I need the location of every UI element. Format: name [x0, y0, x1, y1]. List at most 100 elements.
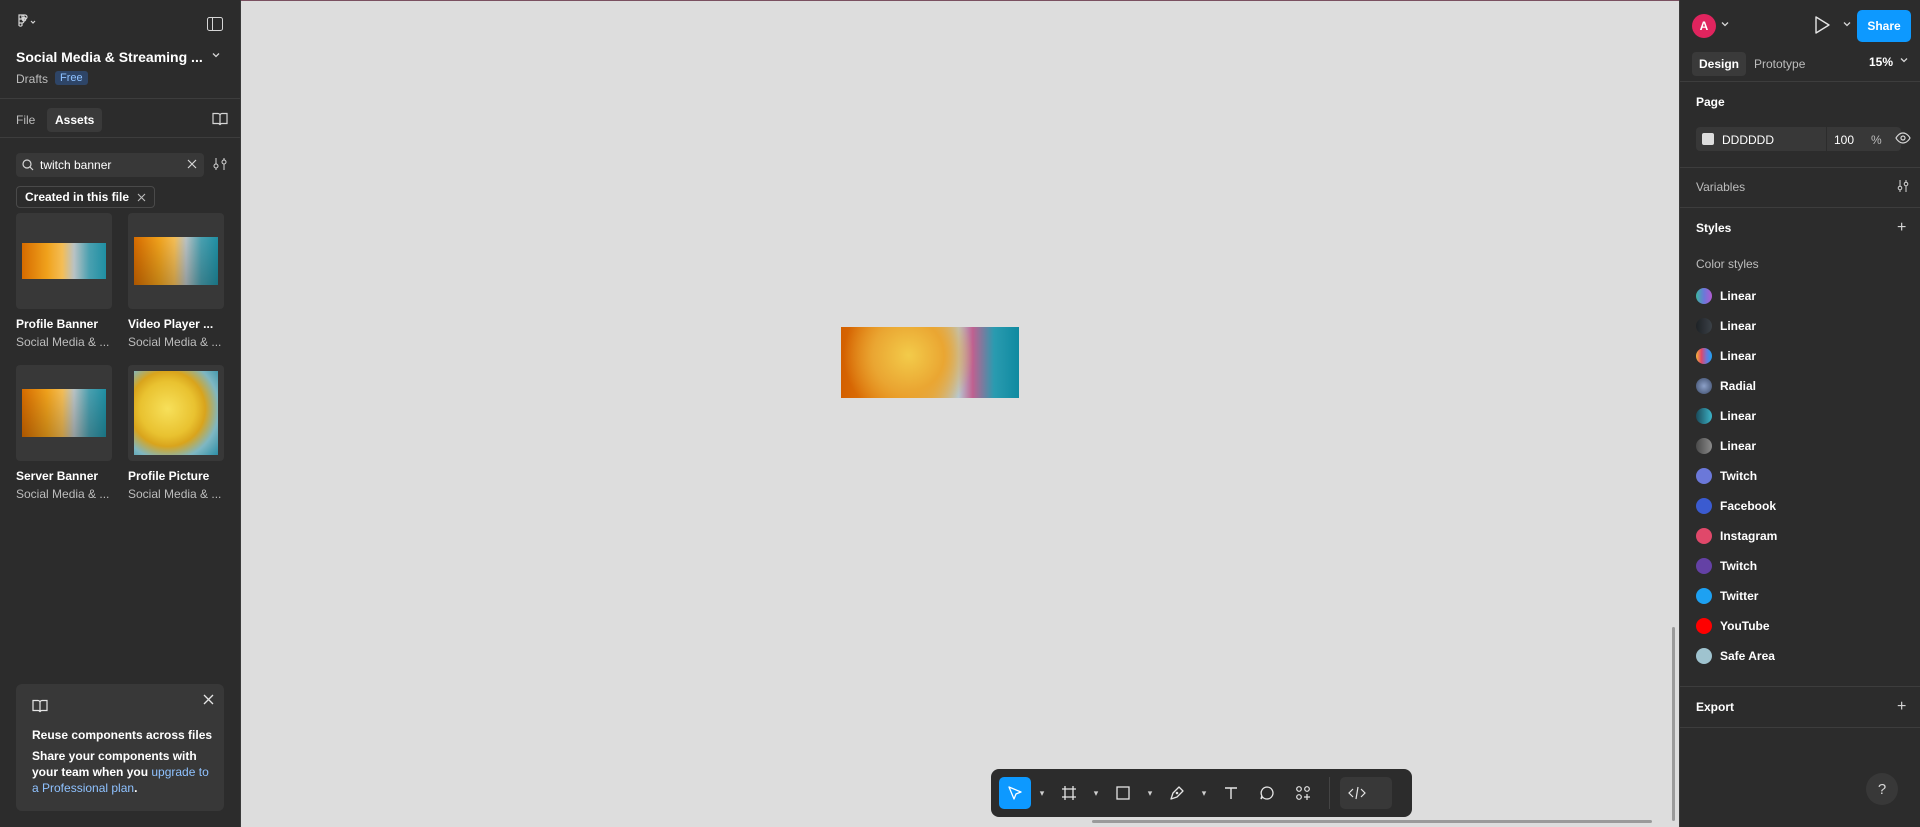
color-style-item[interactable]: Twitch [1696, 556, 1757, 576]
color-swatch [1696, 318, 1712, 334]
left-panel: Social Media & Streaming ... Drafts Free… [0, 0, 241, 827]
comment-icon [1260, 786, 1274, 800]
color-swatch [1696, 588, 1712, 604]
filter-sliders-icon[interactable] [212, 157, 228, 171]
comment-tool[interactable] [1251, 777, 1283, 809]
color-style-item[interactable]: Radial [1696, 376, 1756, 396]
divider [0, 98, 240, 99]
color-style-item[interactable]: Twitter [1696, 586, 1758, 606]
pen-tool[interactable] [1161, 777, 1193, 809]
color-style-item[interactable]: Linear [1696, 406, 1756, 426]
pen-icon [1170, 786, 1184, 800]
chevron-down-icon[interactable]: ▾ [1089, 788, 1103, 799]
chevron-down-icon[interactable] [1899, 55, 1909, 65]
canvas[interactable]: ▾ ▾ ▾ ▾ [241, 0, 1679, 827]
cursor-icon [1008, 786, 1022, 800]
color-style-item[interactable]: Facebook [1696, 496, 1776, 516]
asset-card[interactable]: Video Player ... Social Media & ... [128, 213, 224, 349]
twitch-banner-frame[interactable] [841, 327, 1019, 398]
page-opacity[interactable]: 100 [1834, 133, 1854, 147]
color-style-name: Facebook [1720, 499, 1777, 513]
asset-card[interactable]: Server Banner Social Media & ... [16, 365, 112, 501]
horizontal-scrollbar[interactable] [1092, 820, 1652, 823]
close-icon[interactable] [137, 193, 146, 202]
asset-source: Social Media & ... [16, 335, 110, 349]
color-style-item[interactable]: Linear [1696, 436, 1756, 456]
chevron-down-icon[interactable]: ▾ [1035, 788, 1049, 799]
color-style-name: Twitter [1720, 589, 1759, 603]
zoom-level[interactable]: 15% [1869, 55, 1893, 69]
color-swatch [1696, 498, 1712, 514]
color-style-name: Twitch [1720, 559, 1758, 573]
bottom-toolbar: ▾ ▾ ▾ ▾ [991, 769, 1412, 817]
color-style-item[interactable]: Linear [1696, 316, 1756, 336]
tab-prototype[interactable]: Prototype [1754, 57, 1805, 71]
color-style-item[interactable]: Instagram [1696, 526, 1777, 546]
tab-file[interactable]: File [16, 113, 35, 127]
filter-chip[interactable]: Created in this file [16, 186, 156, 208]
text-tool[interactable] [1215, 777, 1247, 809]
main-menu-button[interactable] [16, 14, 38, 30]
asset-thumbnail [16, 213, 112, 309]
color-swatch [1696, 408, 1712, 424]
variables-settings-icon[interactable] [1896, 179, 1910, 193]
file-title[interactable]: Social Media & Streaming ... [16, 49, 203, 65]
sidebar-toggle-icon[interactable] [206, 15, 224, 33]
color-style-name: Linear [1720, 319, 1757, 333]
color-style-item[interactable]: YouTube [1696, 616, 1770, 636]
rectangle-tool[interactable] [1107, 777, 1139, 809]
divider [1680, 81, 1920, 82]
vertical-scrollbar[interactable] [1672, 627, 1675, 821]
search-icon [22, 159, 34, 171]
frame-tool[interactable] [1053, 777, 1085, 809]
eye-icon[interactable] [1895, 132, 1911, 144]
book-icon[interactable] [212, 112, 228, 126]
page-section-title: Page [1696, 95, 1725, 109]
clear-search-icon[interactable] [186, 158, 198, 170]
chevron-down-icon[interactable]: ▾ [1197, 788, 1211, 799]
color-style-item[interactable]: Twitch [1696, 466, 1757, 486]
file-location[interactable]: Drafts [16, 72, 48, 86]
avatar[interactable]: A [1692, 14, 1716, 38]
search-field[interactable] [16, 153, 204, 177]
chevron-down-icon[interactable] [1842, 19, 1852, 29]
play-icon[interactable] [1813, 15, 1831, 35]
divider [1680, 727, 1920, 728]
add-style-icon[interactable]: + [1897, 220, 1906, 236]
figma-logo-icon [18, 14, 36, 27]
asset-card[interactable]: Profile Banner Social Media & ... [16, 213, 112, 349]
color-style-item[interactable]: Safe Area [1696, 646, 1775, 666]
close-icon[interactable] [203, 694, 214, 705]
help-button[interactable]: ? [1866, 773, 1898, 805]
color-swatch[interactable] [1702, 133, 1714, 145]
color-style-item[interactable]: Linear [1696, 346, 1756, 366]
book-icon [32, 699, 48, 713]
share-button[interactable]: Share [1857, 10, 1911, 42]
color-style-name: Safe Area [1720, 649, 1775, 663]
color-swatch [1696, 618, 1712, 634]
dev-mode-toggle[interactable] [1340, 777, 1392, 809]
color-style-item[interactable]: Linear [1696, 286, 1756, 306]
move-tool[interactable] [999, 777, 1031, 809]
upgrade-body: Share your components with your team whe… [32, 748, 212, 796]
search-input[interactable] [40, 158, 180, 172]
asset-source: Social Media & ... [128, 487, 222, 501]
rectangle-icon [1116, 786, 1130, 800]
tab-design[interactable]: Design [1692, 52, 1747, 76]
tab-assets[interactable]: Assets [47, 108, 103, 132]
chevron-down-icon[interactable]: ▾ [1143, 788, 1157, 799]
upgrade-suffix: . [134, 781, 138, 795]
asset-name: Profile Banner [16, 317, 99, 331]
chevron-down-icon[interactable] [211, 50, 221, 60]
divider [1826, 127, 1827, 151]
color-style-name: Instagram [1720, 529, 1778, 543]
page-background-field[interactable]: DDDDDD 100 % [1696, 127, 1901, 151]
asset-card[interactable]: Profile Picture Social Media & ... [128, 365, 224, 501]
page-color-hex[interactable]: DDDDDD [1722, 133, 1774, 147]
add-export-icon[interactable]: + [1897, 699, 1906, 715]
asset-name: Server Banner [16, 469, 99, 483]
actions-tool[interactable] [1287, 777, 1319, 809]
color-swatch [1696, 468, 1712, 484]
chevron-down-icon[interactable] [1720, 19, 1730, 29]
plan-badge: Free [55, 71, 88, 85]
